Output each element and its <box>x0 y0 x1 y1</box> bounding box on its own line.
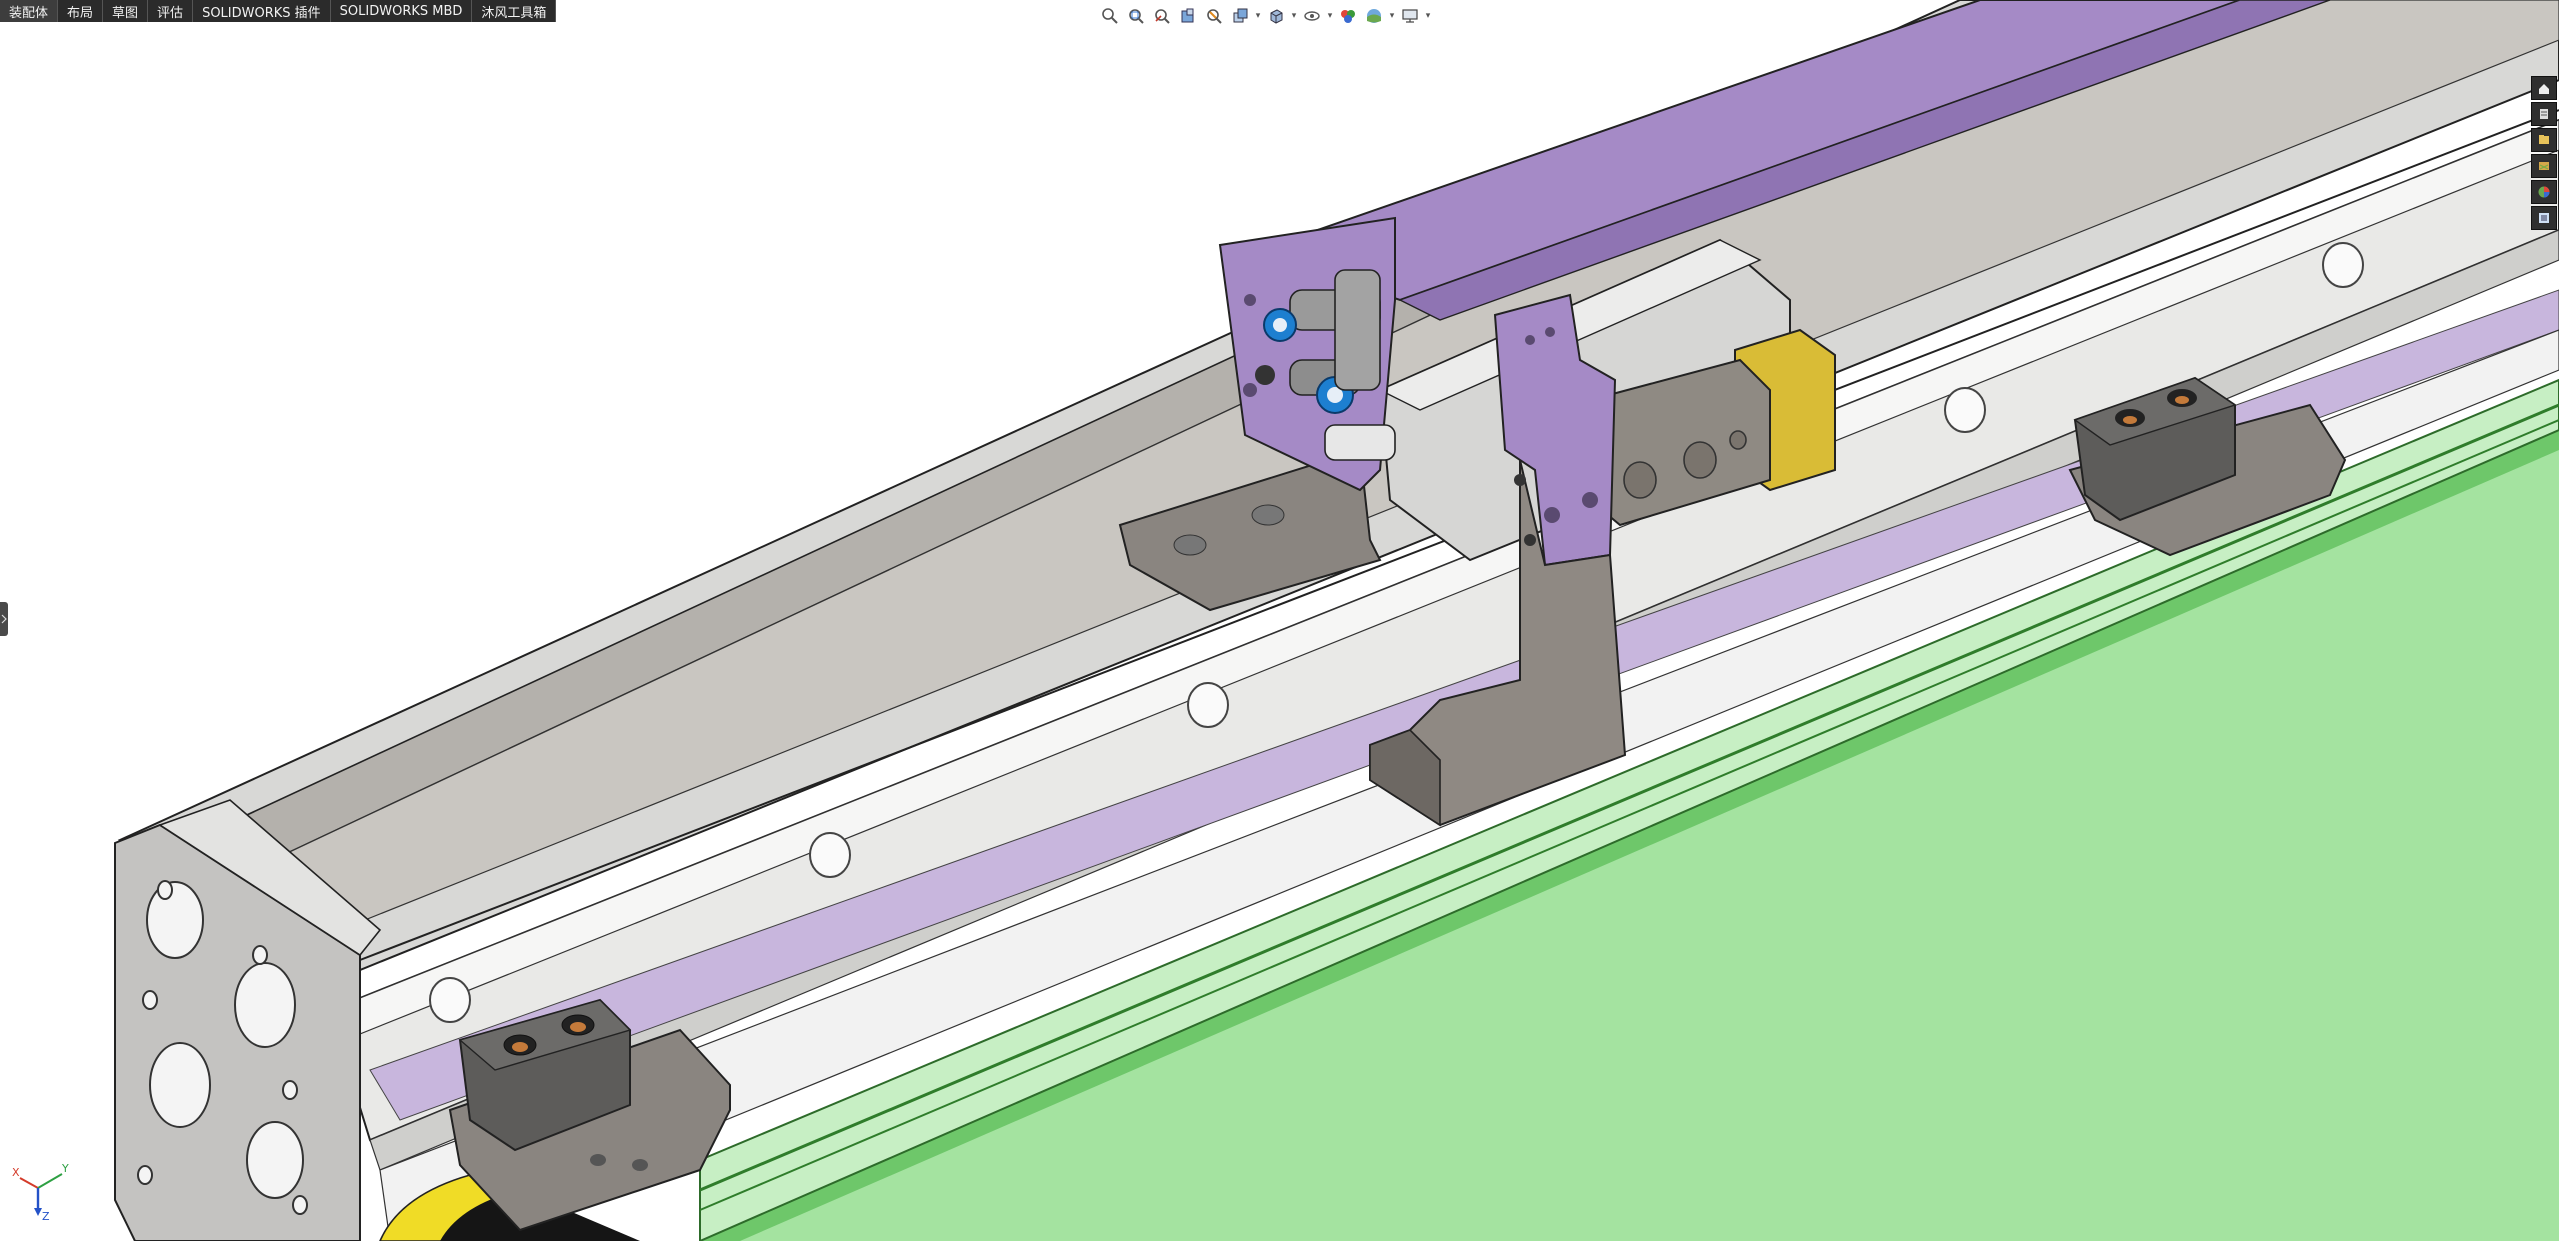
hide-show-dropdown-icon[interactable]: ▾ <box>1326 4 1334 28</box>
home-icon[interactable] <box>2531 76 2557 100</box>
graphics-area[interactable] <box>0 0 2559 1241</box>
display-style-icon[interactable] <box>1264 4 1288 28</box>
heads-up-view-toolbar: ▾ ▾ ▾ ▾ ▾ <box>1098 2 1432 30</box>
previous-view-icon[interactable] <box>1150 4 1174 28</box>
tab-0[interactable]: 装配体 <box>0 0 59 22</box>
tab-6[interactable]: 沐风工具箱 <box>472 0 557 22</box>
tab-2[interactable]: 草图 <box>103 0 149 22</box>
triad-z-label: Z <box>42 1210 50 1222</box>
reference-triad: X Y Z <box>12 1162 69 1222</box>
resources-icon[interactable] <box>2531 102 2557 126</box>
view-orientation-dropdown-icon[interactable]: ▾ <box>1254 4 1262 28</box>
dynamic-annotation-icon[interactable] <box>1202 4 1226 28</box>
tab-4[interactable]: SOLIDWORKS 插件 <box>193 0 331 22</box>
file-explorer-icon[interactable] <box>2531 154 2557 178</box>
zoom-to-area-icon[interactable] <box>1124 4 1148 28</box>
chevron-right-icon <box>1 614 7 624</box>
section-view-icon[interactable] <box>1176 4 1200 28</box>
view-settings-dropdown-icon[interactable]: ▾ <box>1424 4 1432 28</box>
triad-y-label: Y <box>61 1162 69 1175</box>
view-orientation-icon[interactable] <box>1228 4 1252 28</box>
triad-x-axis <box>19 1177 39 1189</box>
apply-scene-icon[interactable] <box>1362 4 1386 28</box>
command-manager-tabs: 装配体 布局 草图 评估 SOLIDWORKS 插件 SOLIDWORKS MBD 沐风工具… <box>0 0 557 22</box>
feature-manager-expand-handle[interactable] <box>0 602 8 636</box>
edit-appearance-icon[interactable] <box>1336 4 1360 28</box>
apply-scene-dropdown-icon[interactable]: ▾ <box>1388 4 1396 28</box>
triad-x-label: X <box>12 1166 20 1179</box>
zoom-to-fit-icon[interactable] <box>1098 4 1122 28</box>
appearances-icon[interactable] <box>2531 180 2557 204</box>
tab-3[interactable]: 评估 <box>148 0 194 22</box>
display-style-dropdown-icon[interactable]: ▾ <box>1290 4 1298 28</box>
tab-1[interactable]: 布局 <box>58 0 104 22</box>
triad-y-axis <box>37 1173 63 1189</box>
design-library-icon[interactable] <box>2531 128 2557 152</box>
hide-show-icon[interactable] <box>1300 4 1324 28</box>
task-pane-tabs <box>2531 76 2559 230</box>
tab-5[interactable]: SOLIDWORKS MBD <box>331 0 473 22</box>
view-settings-icon[interactable] <box>1398 4 1422 28</box>
custom-properties-icon[interactable] <box>2531 206 2557 230</box>
